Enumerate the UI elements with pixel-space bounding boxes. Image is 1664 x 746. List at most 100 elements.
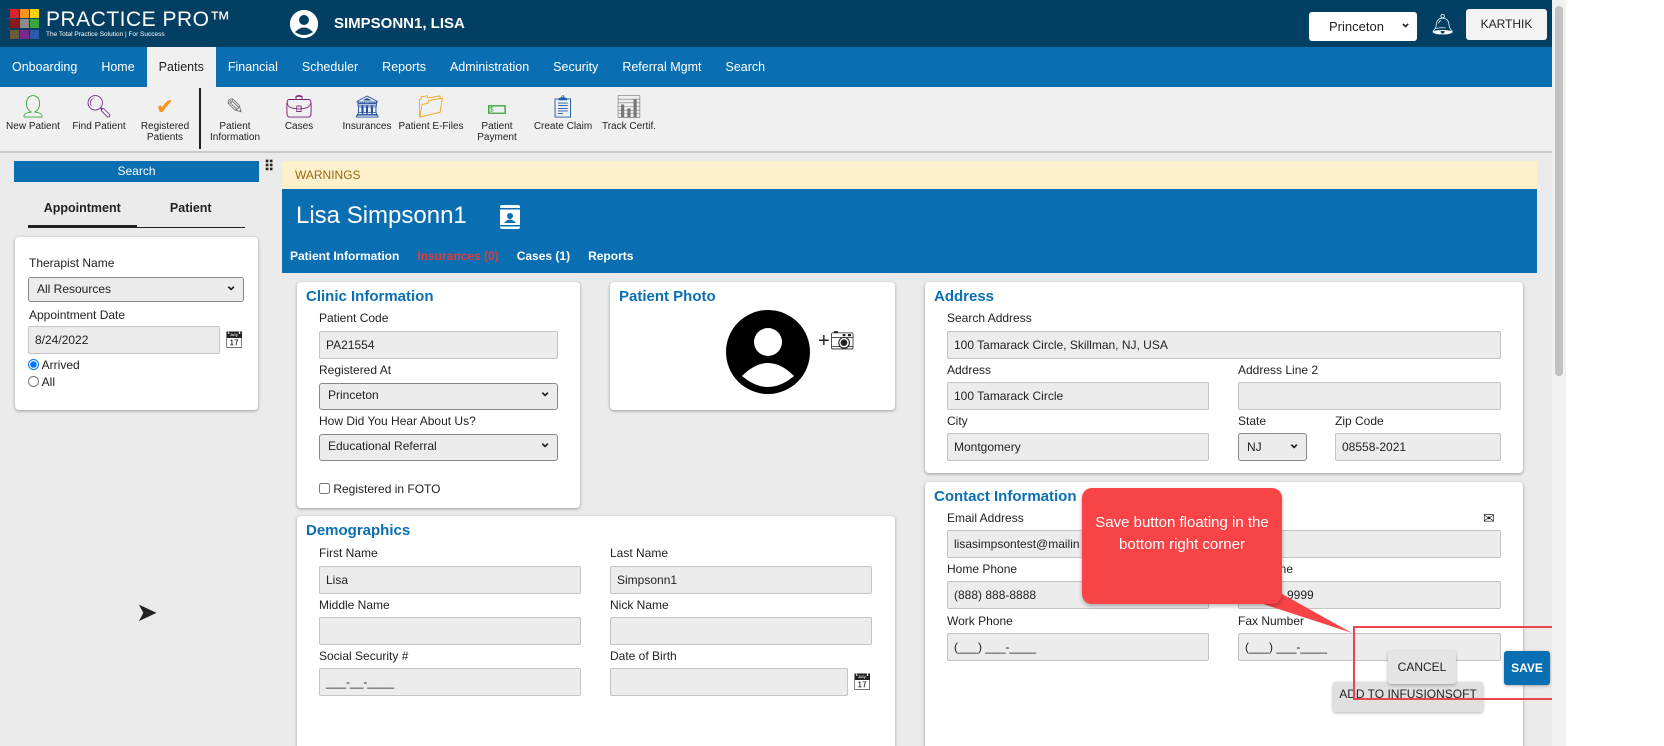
patient-tab-2[interactable]: Cases (1) — [517, 249, 570, 263]
patient-tab-0[interactable]: Patient Information — [290, 249, 399, 263]
ssn-input[interactable]: ___-__-____ — [319, 668, 581, 696]
person-search-icon: 🔍︎ — [85, 94, 113, 119]
patient-tab-1[interactable]: Insurances (0) — [417, 249, 498, 263]
email-send-icon[interactable]: ✉︎ — [1483, 510, 1495, 527]
address-card: Address Search Address 100 Tamarack Circ… — [925, 282, 1523, 473]
zip-input[interactable]: 08558-2021 — [1335, 433, 1501, 461]
tab-patient[interactable]: Patient — [137, 195, 246, 227]
toolbar-cases[interactable]: 💼︎ Cases — [266, 93, 332, 132]
appointment-date-input[interactable]: 8/24/2022 — [28, 326, 220, 354]
toolbar-insurances[interactable]: 🏛︎ Insurances — [334, 93, 400, 132]
work-phone-input[interactable]: (___) ___-____ — [947, 633, 1209, 661]
radio-arrived[interactable]: Arrived — [28, 358, 80, 372]
address-input[interactable]: 100 Tamarack Circle — [947, 382, 1209, 410]
nav-item-financial[interactable]: Financial — [216, 47, 290, 87]
logo-square — [20, 9, 29, 18]
toolbar: 👤︎ New Patient 🔍︎ Find Patient ✔ Registered P… — [0, 87, 1552, 153]
toolbar-label: New Patient — [6, 121, 60, 132]
middle-name-input[interactable] — [319, 617, 581, 645]
toolbar-patient-payment[interactable]: 💵︎ Patient Payment — [464, 93, 530, 143]
nav-item-referral-mgmt[interactable]: Referral Mgmt — [610, 47, 713, 87]
address-line2-label: Address Line 2 — [1238, 363, 1319, 377]
toolbar-create-claim[interactable]: 📋︎ Create Claim — [530, 93, 596, 132]
toolbar-find-patient[interactable]: 🔍︎ Find Patient — [66, 93, 132, 132]
card-title: Demographics — [306, 522, 411, 539]
warnings-bar[interactable]: WARNINGS — [282, 161, 1537, 189]
top-header: PRACTICE PRO™ The Total Practice Solutio… — [0, 0, 1552, 47]
therapist-label: Therapist Name — [29, 256, 115, 270]
patient-tab-3[interactable]: Reports — [588, 249, 633, 263]
search-panel-header[interactable]: Search — [14, 161, 259, 182]
calendar-icon[interactable]: 📅︎ — [224, 330, 244, 350]
nav-item-search[interactable]: Search — [714, 47, 778, 87]
drag-handle-icon[interactable]: ⠿ — [264, 159, 274, 173]
add-photo-icon[interactable]: +📷︎ — [818, 328, 855, 353]
ssn-label: Social Security # — [319, 649, 409, 663]
state-select[interactable]: NJ — [1238, 430, 1307, 461]
radio-all[interactable]: All — [28, 375, 55, 389]
nav-item-home[interactable]: Home — [89, 47, 146, 87]
toolbar-patient-information[interactable]: ✎ Patient Information — [202, 93, 268, 143]
date-label: Appointment Date — [29, 308, 126, 322]
toolbar-track-certif[interactable]: 📊︎ Track Certif. — [596, 93, 662, 132]
first-name-input[interactable]: Lisa — [319, 566, 581, 594]
nav-item-security[interactable]: Security — [541, 47, 610, 87]
nick-name-input[interactable] — [610, 617, 872, 645]
contact-card-icon[interactable] — [500, 205, 520, 229]
dob-input[interactable] — [610, 668, 848, 696]
logo-title: PRACTICE PRO™ — [46, 8, 232, 31]
toolbar-new-patient[interactable]: 👤︎ New Patient — [0, 93, 66, 132]
clipboard-icon: 📋︎ — [549, 94, 577, 119]
user-button[interactable]: KARTHIK — [1466, 9, 1547, 40]
account-circle-icon — [290, 10, 318, 38]
address-line2-input[interactable] — [1238, 382, 1501, 410]
foto-checkbox[interactable]: Registered in FOTO — [319, 482, 441, 496]
tab-appointment[interactable]: Appointment — [28, 195, 137, 227]
bell-icon[interactable]: 🔔︎ — [1430, 12, 1455, 37]
scrollbar-thumb[interactable] — [1555, 6, 1563, 376]
app: PRACTICE PRO™ The Total Practice Solutio… — [0, 0, 1552, 746]
toolbar-label: Insurances — [342, 121, 392, 132]
page-scrollbar[interactable] — [1552, 0, 1566, 746]
patient-code-label: Patient Code — [319, 311, 389, 325]
hear-about-select[interactable]: Educational Referral — [319, 431, 558, 461]
avatar — [726, 310, 810, 397]
toolbar-registered-patients[interactable]: ✔ Registered Patients — [132, 93, 198, 143]
logo-square — [10, 9, 19, 18]
annotation-callout: Save button floating in the bottom right… — [1082, 488, 1282, 604]
nav-item-administration[interactable]: Administration — [438, 47, 541, 87]
hear-about-label: How Did You Hear About Us? — [319, 414, 476, 428]
nav-item-onboarding[interactable]: Onboarding — [0, 47, 89, 87]
last-name-input[interactable]: Simpsonn1 — [610, 566, 872, 594]
logo-square — [30, 9, 39, 18]
nick-name-label: Nick Name — [610, 598, 669, 612]
toolbar-divider — [199, 88, 201, 149]
location-select[interactable]: Princeton ⌄ — [1309, 12, 1417, 41]
toolbar-label: Track Certif. — [601, 121, 657, 132]
toolbar-label: Patient E-Files — [398, 121, 464, 132]
logo-square — [20, 19, 29, 29]
toolbar-label: Patient Information — [209, 121, 261, 143]
search-address-label: Search Address — [947, 311, 1032, 325]
mouse-cursor-icon: ➤ — [136, 597, 158, 627]
toolbar-patient-e-files[interactable]: 📁︎ Patient E-Files — [398, 93, 464, 132]
email-label: Email Address — [947, 511, 1024, 525]
card-title: Patient Photo — [619, 288, 716, 305]
calendar-icon[interactable]: 📅︎ — [852, 672, 872, 692]
city-label: City — [947, 414, 968, 428]
card-title: Clinic Information — [306, 288, 434, 305]
logo-tagline: The Total Practice Solution | For Succes… — [46, 31, 165, 38]
nav-item-patients[interactable]: Patients — [146, 47, 216, 87]
logo-square — [10, 19, 19, 29]
nav-item-reports[interactable]: Reports — [370, 47, 438, 87]
patient-code-input[interactable]: PA21554 — [319, 331, 558, 359]
logo-square — [30, 19, 39, 29]
nav-item-scheduler[interactable]: Scheduler — [290, 47, 370, 87]
registered-at-select[interactable]: Princeton — [319, 380, 558, 410]
city-input[interactable]: Montgomery — [947, 433, 1209, 461]
search-address-input[interactable]: 100 Tamarack Circle, Skillman, NJ, USA — [947, 331, 1501, 359]
main-nav: Onboarding Home Patients Financial Scheduler… — [0, 47, 1552, 87]
left-tabs: Appointment Patient — [28, 195, 245, 228]
middle-name-label: Middle Name — [319, 598, 390, 612]
therapist-select[interactable]: All Resources — [28, 274, 244, 302]
